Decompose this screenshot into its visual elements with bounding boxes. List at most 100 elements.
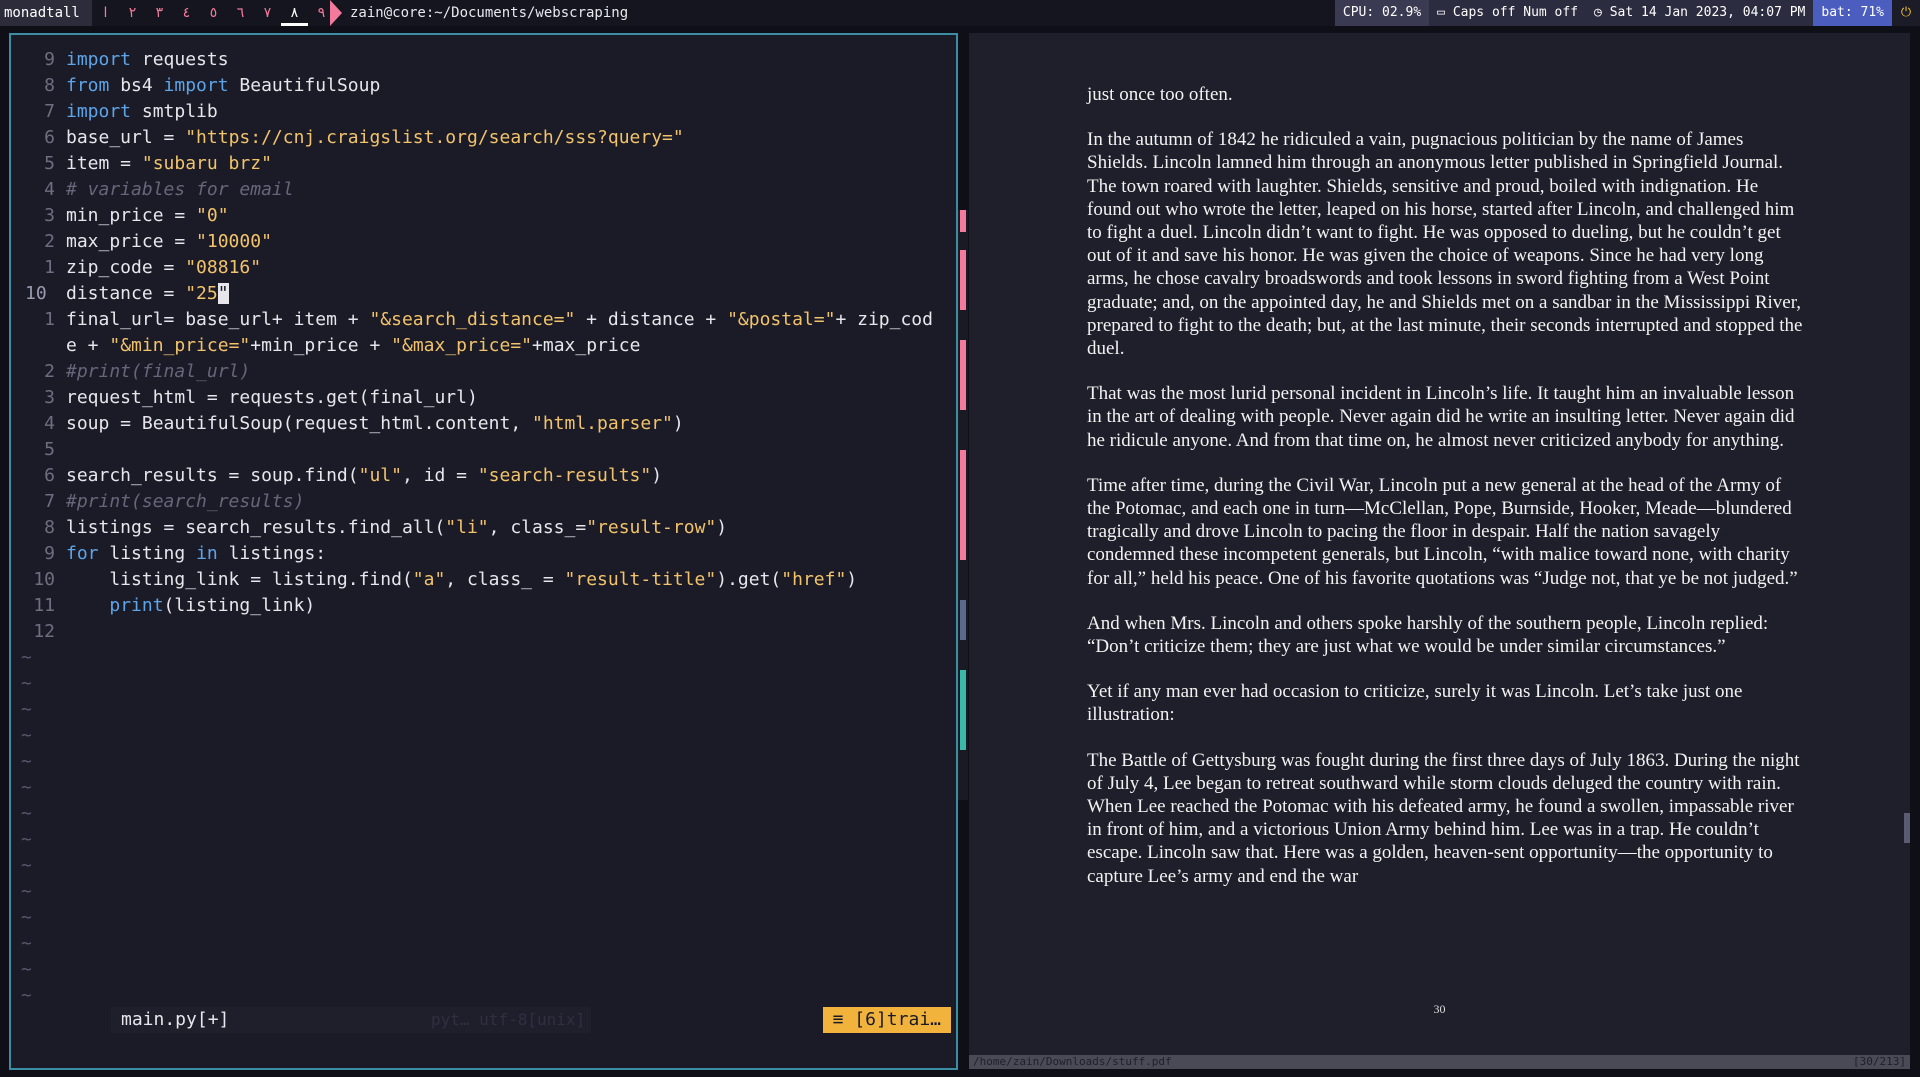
- status-widgets: CPU: 02.9% ▭ Caps off Num off ◷ Sat 14 J…: [1334, 0, 1920, 26]
- pdf-page-text: just once too often. In the autumn of 184…: [1087, 83, 1807, 910]
- line-number: 10: [25, 283, 47, 304]
- code-text: zip_code = "08816": [66, 257, 262, 278]
- pdf-paragraph: Yet if any man ever had occasion to crit…: [1087, 681, 1743, 726]
- code-text: base_url = "https://cnj.craigslist.org/s…: [66, 127, 684, 148]
- line-number: 1: [44, 257, 55, 278]
- line-number: 2: [44, 361, 55, 382]
- empty-line-marker: ~: [21, 751, 32, 772]
- pdf-paragraph: Time after time, during the Civil War, L…: [1087, 474, 1798, 589]
- workspace-1[interactable]: ا: [92, 0, 119, 26]
- code-text: #print(final_url): [66, 361, 251, 382]
- code-line[interactable]: 8 from bs4 import BeautifulSoup: [11, 73, 956, 99]
- empty-line-marker: ~: [21, 959, 32, 980]
- code-line[interactable]: 8 listings = search_results.find_all("li"…: [11, 515, 956, 541]
- code-text: min_price = "0": [66, 205, 229, 226]
- line-number: 6: [44, 465, 55, 486]
- pdf-viewer[interactable]: just once too often. In the autumn of 184…: [969, 33, 1910, 1057]
- code-text: final_url= base_url+ item + "&search_dis…: [66, 309, 933, 330]
- clock-icon: ◷: [1594, 5, 1610, 20]
- workspace-7[interactable]: ٧: [254, 0, 281, 26]
- keyboard-state: Caps off Num off: [1452, 5, 1579, 20]
- window-title: zain@core:~/Documents/webscraping: [350, 5, 629, 21]
- code-line[interactable]: 4 # variables for email: [11, 177, 956, 203]
- line-number: 5: [44, 153, 55, 174]
- pane-divider[interactable]: [958, 210, 968, 800]
- code-line[interactable]: 7 import smtplib: [11, 99, 956, 125]
- pdf-page-position: [30/213]: [1853, 1055, 1906, 1068]
- code-line[interactable]: e + "&min_price="+min_price + "&max_pric…: [11, 333, 956, 359]
- workspace-8[interactable]: ٨: [281, 0, 308, 26]
- code-line[interactable]: 12: [11, 619, 956, 645]
- top-bar: monadtall ا٢٣٤٥٦٧٨٩ zain@core:~/Document…: [0, 0, 1920, 26]
- keyboard-state-widget: ▭ Caps off Num off: [1429, 0, 1587, 26]
- code-text: import smtplib: [66, 101, 218, 122]
- code-line[interactable]: 1 final_url= base_url+ item + "&search_di…: [11, 307, 956, 333]
- cpu-widget: CPU: 02.9%: [1334, 0, 1430, 26]
- clock-text: Sat 14 Jan 2023, 04:07 PM: [1609, 5, 1806, 20]
- empty-line-marker: ~: [21, 725, 32, 746]
- workspace-2[interactable]: ٢: [119, 0, 146, 26]
- code-line[interactable]: 1 zip_code = "08816": [11, 255, 956, 281]
- line-number: 3: [44, 387, 55, 408]
- editor-pane[interactable]: 9 import requests 8 from bs4 import Beautif…: [9, 33, 958, 1070]
- code-text: max_price = "10000": [66, 231, 272, 252]
- code-line[interactable]: 7 #print(search_results): [11, 489, 956, 515]
- empty-line-marker: ~: [21, 881, 32, 902]
- line-number: 10: [33, 569, 55, 590]
- empty-line-marker: ~: [21, 933, 32, 954]
- workspace-4[interactable]: ٤: [173, 0, 200, 26]
- workspace-3[interactable]: ٣: [146, 0, 173, 26]
- code-line[interactable]: 11 print(listing_link): [11, 593, 956, 619]
- code-text: #print(search_results): [66, 491, 305, 512]
- line-number: 5: [44, 439, 55, 460]
- empty-line-marker: ~: [21, 855, 32, 876]
- code-line[interactable]: 5: [11, 437, 956, 463]
- empty-line-marker: ~: [21, 803, 32, 824]
- line-number: 3: [44, 205, 55, 226]
- code-line[interactable]: 2 #print(final_url): [11, 359, 956, 385]
- code-text: import requests: [66, 49, 229, 70]
- pdf-scrollbar[interactable]: [1904, 813, 1910, 843]
- battery-widget: bat: 71%: [1813, 0, 1892, 26]
- line-number: 4: [44, 413, 55, 434]
- pdf-paragraph: In the autumn of 1842 he ridiculed a vai…: [1087, 129, 1803, 360]
- code-line[interactable]: 9 import requests: [11, 47, 956, 73]
- status-trailing: ≡ [6]trai…: [822, 1007, 951, 1033]
- pdf-statusbar: /home/zain/Downloads/stuff.pdf [30/213]: [969, 1055, 1910, 1069]
- code-line[interactable]: 6 search_results = soup.find("ul", id = "…: [11, 463, 956, 489]
- power-icon[interactable]: ⏻: [1892, 0, 1920, 26]
- code-line[interactable]: 4 soup = BeautifulSoup(request_html.conte…: [11, 411, 956, 437]
- line-number: 9: [44, 49, 55, 70]
- code-text: distance = "25": [66, 283, 229, 304]
- code-line[interactable]: 3 min_price = "0": [11, 203, 956, 229]
- layout-indicator[interactable]: monadtall: [0, 0, 92, 26]
- code-line[interactable]: 2 max_price = "10000": [11, 229, 956, 255]
- clock-widget[interactable]: ◷ Sat 14 Jan 2023, 04:07 PM: [1586, 0, 1814, 26]
- code-text: listing_link = listing.find("a", class_ …: [66, 569, 858, 590]
- status-filetype: pyt… utf-8[unix]: [431, 1010, 586, 1029]
- code-text: search_results = soup.find("ul", id = "s…: [66, 465, 663, 486]
- code-text: # variables for email: [66, 179, 294, 200]
- code-text: from bs4 import BeautifulSoup: [66, 75, 381, 96]
- line-number: 6: [44, 127, 55, 148]
- keyboard-icon: ▭: [1437, 5, 1453, 20]
- code-line[interactable]: 10 distance = "25": [11, 281, 956, 307]
- line-number: 7: [44, 101, 55, 122]
- pdf-paragraph: just once too often.: [1087, 84, 1233, 105]
- workspace-6[interactable]: ٦: [227, 0, 254, 26]
- code-line[interactable]: 9 for listing in listings:: [11, 541, 956, 567]
- workspace-5[interactable]: ٥: [200, 0, 227, 26]
- code-text: soup = BeautifulSoup(request_html.conten…: [66, 413, 684, 434]
- code-line[interactable]: 5 item = "subaru brz": [11, 151, 956, 177]
- page-number: 30: [1433, 1002, 1446, 1016]
- pdf-paragraph: And when Mrs. Lincoln and others spoke h…: [1087, 612, 1769, 658]
- code-line[interactable]: 6 base_url = "https://cnj.craigslist.org/…: [11, 125, 956, 151]
- code-line[interactable]: 3 request_html = requests.get(final_url): [11, 385, 956, 411]
- code-text: print(listing_link): [109, 595, 316, 616]
- empty-line-marker: ~: [21, 673, 32, 694]
- editor-statusline: main.py[+] pyt… utf-8[unix] ≡ [6]trai…: [111, 1007, 951, 1033]
- code-line[interactable]: 10 listing_link = listing.find("a", clas…: [11, 567, 956, 593]
- pdf-paragraph: That was the most lurid personal inciden…: [1087, 383, 1795, 451]
- code-area[interactable]: 9 import requests 8 from bs4 import Beautif…: [11, 47, 956, 1009]
- empty-line-marker: ~: [21, 829, 32, 850]
